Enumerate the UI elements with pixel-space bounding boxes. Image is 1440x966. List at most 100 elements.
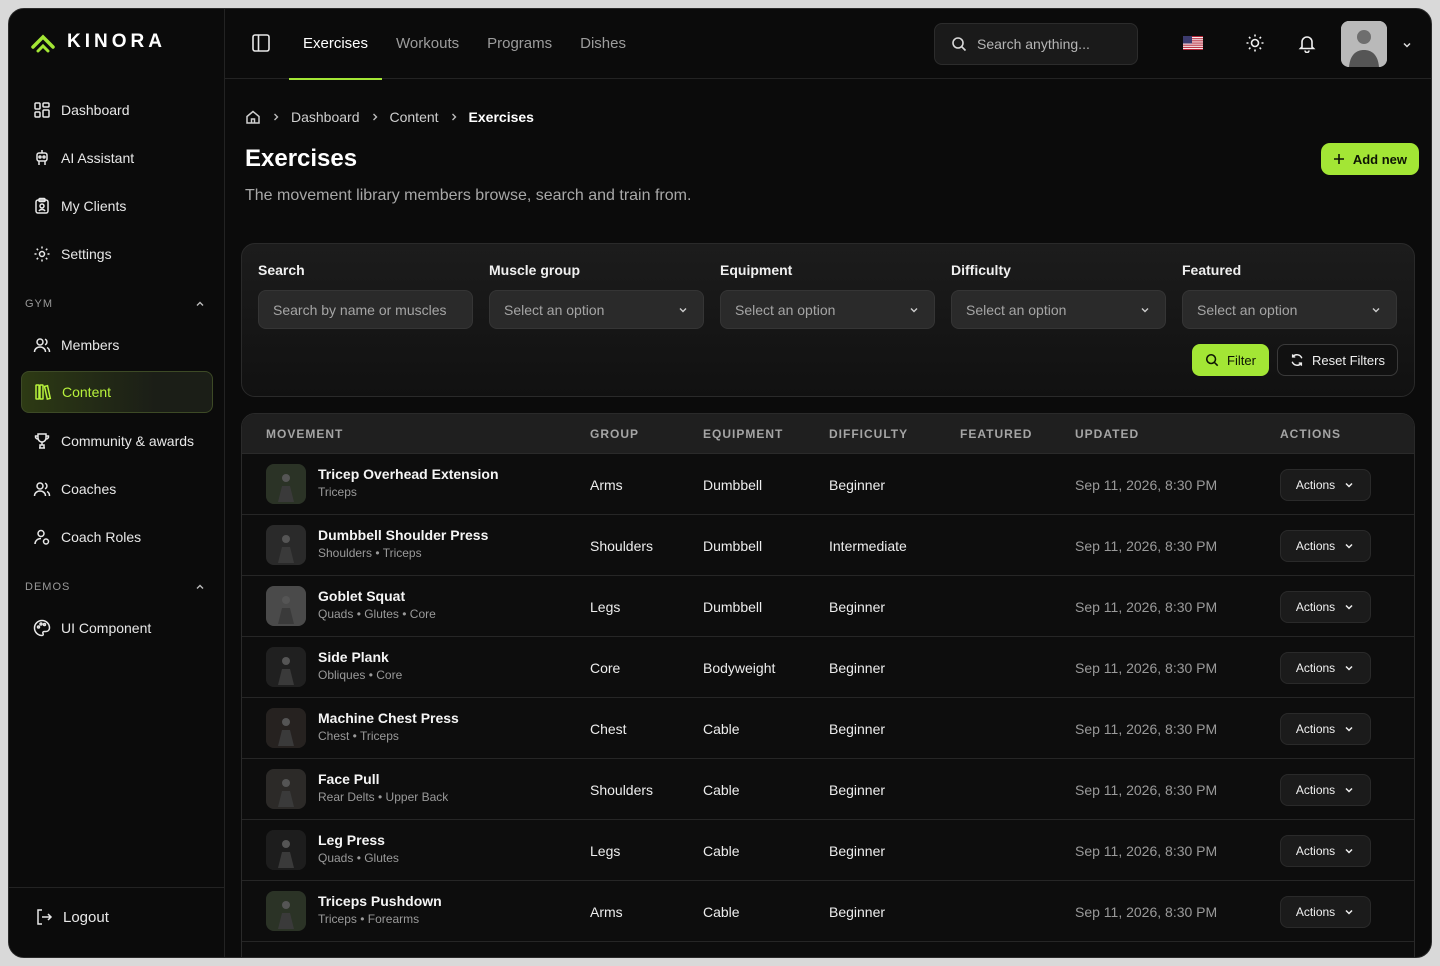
sidebar-item-ui-component[interactable]: UI Component (21, 607, 213, 649)
exercise-thumbnail (266, 586, 306, 626)
sidebar-item-coaches[interactable]: Coaches (21, 468, 213, 510)
muscle-group-select[interactable]: Select an option (489, 290, 704, 329)
featured-select[interactable]: Select an option (1182, 290, 1397, 329)
filter-difficulty-group: Difficulty Select an option (951, 262, 1166, 329)
chevron-down-icon (1345, 665, 1353, 671)
table-row[interactable]: Face Pull Rear Delts • Upper Back Should… (242, 759, 1414, 820)
tab-exercises[interactable]: Exercises (289, 9, 383, 80)
row-actions-label: Actions (1295, 600, 1336, 614)
column-updated[interactable]: UPDATED (1075, 427, 1139, 441)
logout-button[interactable]: Logout (35, 908, 109, 926)
exercise-name[interactable]: Machine Chest Press (318, 710, 459, 726)
column-equipment[interactable]: EQUIPMENT (703, 427, 783, 441)
sidebar-item-label: UI Component (61, 620, 152, 636)
table-row[interactable]: Goblet Squat Quads • Glutes • Core Legs … (242, 576, 1414, 637)
user-menu-chevron[interactable] (1401, 38, 1413, 56)
exercise-name[interactable]: Dumbbell Shoulder Press (318, 527, 488, 543)
table-row[interactable]: Machine Chest Press Chest • Triceps Ches… (242, 698, 1414, 759)
table-row[interactable]: Tricep Overhead Extension Triceps Arms D… (242, 454, 1414, 515)
table-row[interactable]: Triceps Pushdown Triceps • Forearms Arms… (242, 881, 1414, 942)
theme-toggle-button[interactable] (1245, 33, 1265, 58)
exercise-updated: Sep 11, 2026, 8:30 PM (1075, 721, 1218, 737)
breadcrumb-dashboard[interactable]: Dashboard (291, 109, 360, 125)
exercise-name[interactable]: Goblet Squat (318, 588, 405, 604)
breadcrumb-content[interactable]: Content (390, 109, 439, 125)
select-placeholder: Select an option (966, 301, 1067, 318)
sidebar-item-my-clients[interactable]: My Clients (21, 185, 213, 227)
equipment-select[interactable]: Select an option (720, 290, 935, 329)
tab-programs[interactable]: Programs (473, 9, 566, 79)
logo-mark-icon (31, 34, 55, 53)
row-actions-button[interactable]: Actions (1280, 530, 1371, 562)
language-flag-button[interactable] (1183, 36, 1203, 55)
exercise-group: Legs (590, 599, 621, 615)
logo[interactable]: KINORA (31, 31, 166, 53)
row-actions-button[interactable]: Actions (1280, 713, 1371, 745)
home-icon[interactable] (245, 109, 261, 125)
sidebar-item-label: Coaches (61, 481, 117, 497)
column-movement[interactable]: MOVEMENT (266, 427, 343, 441)
user-avatar[interactable] (1341, 21, 1387, 67)
trophy-icon (34, 433, 50, 449)
exercise-name[interactable]: Triceps Pushdown (318, 893, 442, 909)
logout-label: Logout (63, 908, 109, 926)
exercise-thumbnail (266, 708, 306, 748)
add-new-button[interactable]: Add new (1320, 143, 1419, 175)
chevron-down-icon (1345, 604, 1353, 610)
select-placeholder: Select an option (735, 301, 836, 318)
exercise-equipment: Cable (703, 782, 740, 798)
sidebar-item-community-awards[interactable]: Community & awards (21, 420, 213, 462)
sun-icon (1246, 34, 1264, 52)
global-search-input[interactable]: Search anything... (934, 23, 1138, 65)
exercise-thumbnail (266, 647, 306, 687)
table-row[interactable]: Leg Press Quads • Glutes Legs Cable Begi… (242, 820, 1414, 881)
exercise-muscles: Chest • Triceps (318, 729, 399, 743)
sidebar-item-label: Settings (61, 246, 112, 262)
sidebar-item-label: My Clients (61, 198, 127, 214)
dashboard-icon (34, 102, 50, 118)
filter-button[interactable]: Filter (1192, 344, 1269, 376)
exercise-name[interactable]: Side Plank (318, 649, 389, 665)
chevron-right-icon (274, 113, 279, 121)
row-actions-button[interactable]: Actions (1280, 469, 1371, 501)
row-actions-button[interactable]: Actions (1280, 896, 1371, 928)
table-row[interactable]: Side Plank Obliques • Core Core Bodyweig… (242, 637, 1414, 698)
filter-difficulty-label: Difficulty (951, 262, 1011, 278)
section-demos[interactable]: DEMOS (25, 581, 205, 593)
exercise-muscles: Triceps • Forearms (318, 912, 420, 926)
exercise-equipment: Cable (703, 904, 740, 920)
table-body: Tricep Overhead Extension Triceps Arms D… (242, 454, 1414, 942)
column-group[interactable]: GROUP (590, 427, 639, 441)
sidebar-item-label: Community & awards (61, 433, 195, 449)
notifications-button[interactable] (1297, 33, 1317, 58)
row-actions-button[interactable]: Actions (1280, 652, 1371, 684)
sidebar-item-coach-roles[interactable]: Coach Roles (21, 516, 213, 558)
sidebar: KINORA Dashboard AI Assistant My Clients… (9, 9, 225, 957)
exercise-name[interactable]: Face Pull (318, 771, 379, 787)
chevron-down-icon (1345, 848, 1353, 854)
reset-filters-button[interactable]: Reset Filters (1277, 344, 1398, 376)
exercise-name[interactable]: Tricep Overhead Extension (318, 466, 499, 482)
column-difficulty[interactable]: DIFFICULTY (829, 427, 908, 441)
exercise-thumbnail (266, 891, 306, 931)
difficulty-select[interactable]: Select an option (951, 290, 1166, 329)
sidebar-toggle-button[interactable] (251, 33, 271, 58)
row-actions-button[interactable]: Actions (1280, 591, 1371, 623)
column-featured[interactable]: FEATURED (960, 427, 1032, 441)
tab-dishes[interactable]: Dishes (566, 9, 640, 79)
sidebar-item-ai-assistant[interactable]: AI Assistant (21, 137, 213, 179)
row-actions-button[interactable]: Actions (1280, 774, 1371, 806)
select-placeholder: Select an option (504, 301, 605, 318)
table-row[interactable]: Dumbbell Shoulder Press Shoulders • Tric… (242, 515, 1414, 576)
sidebar-item-dashboard[interactable]: Dashboard (21, 89, 213, 131)
sidebar-item-members[interactable]: Members (21, 324, 213, 366)
filter-search-input[interactable] (258, 290, 473, 329)
tab-workouts[interactable]: Workouts (382, 9, 473, 79)
exercise-updated: Sep 11, 2026, 8:30 PM (1075, 782, 1218, 798)
section-gym[interactable]: GYM (25, 298, 205, 310)
sidebar-item-content[interactable]: Content (21, 371, 213, 413)
sidebar-item-settings[interactable]: Settings (21, 233, 213, 275)
exercise-thumbnail (266, 830, 306, 870)
row-actions-button[interactable]: Actions (1280, 835, 1371, 867)
exercise-name[interactable]: Leg Press (318, 832, 385, 848)
